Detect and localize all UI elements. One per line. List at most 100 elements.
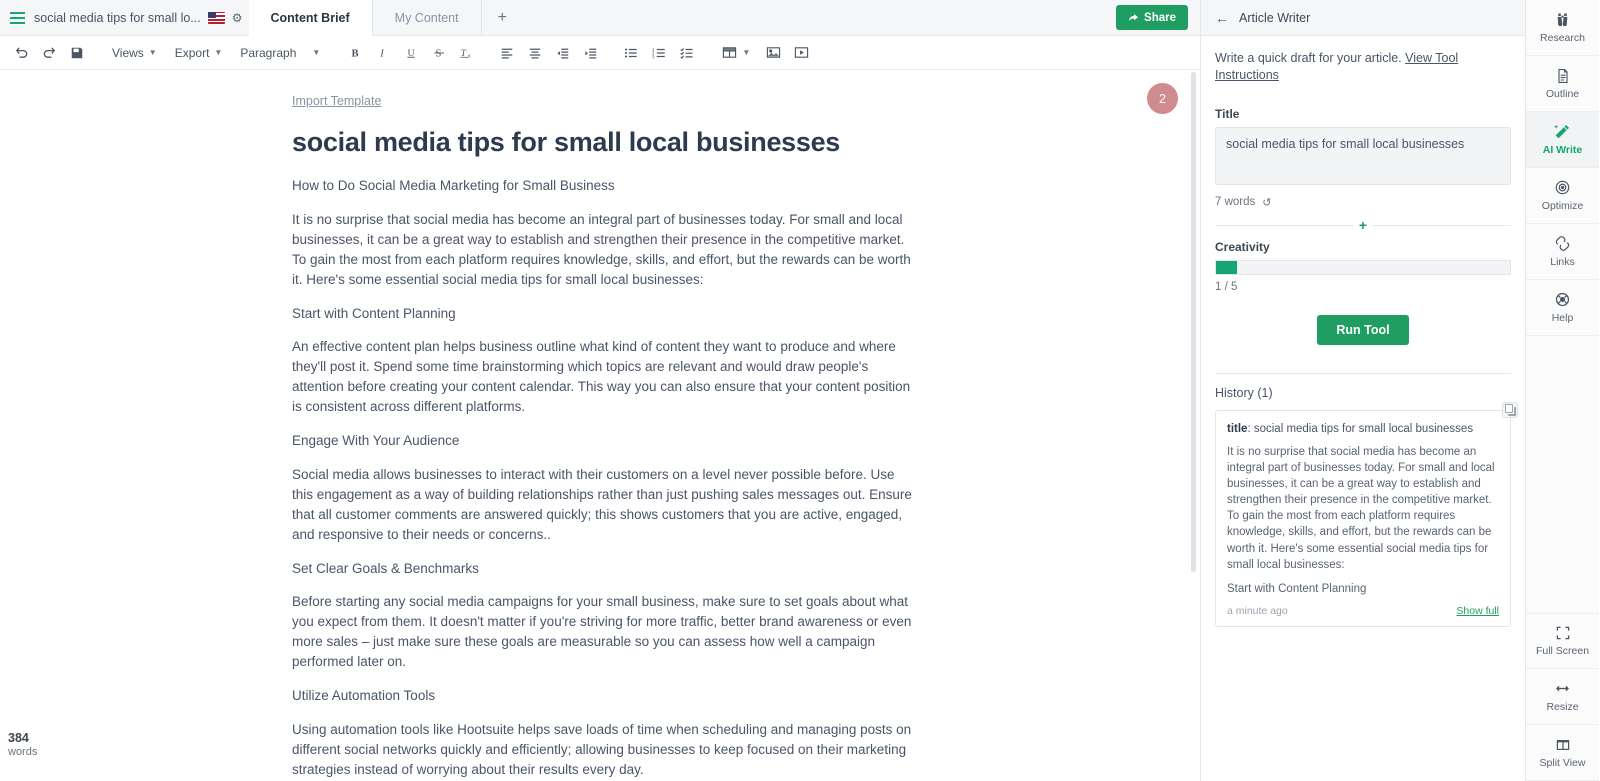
bullet-list-icon — [625, 47, 638, 58]
target-icon — [1555, 180, 1570, 195]
notification-badge[interactable]: 2 — [1147, 83, 1178, 114]
views-label: Views — [112, 45, 144, 60]
document-subheading[interactable]: How to Do Social Media Marketing for Sma… — [292, 176, 912, 196]
editor-scrollbar[interactable] — [1191, 72, 1196, 572]
rail-label-resize: Resize — [1546, 701, 1579, 713]
document-paragraph[interactable]: Using automation tools like Hootsuite he… — [292, 720, 912, 780]
strikethrough-button[interactable]: S — [426, 40, 452, 66]
outdent-icon — [557, 48, 569, 59]
import-template-link[interactable]: Import Template — [292, 94, 381, 108]
creativity-slider-fill — [1216, 260, 1237, 274]
tool-panel-header: ← Article Writer — [1201, 0, 1525, 36]
document-paragraph[interactable]: Social media allows businesses to intera… — [292, 465, 912, 545]
document-subheading[interactable]: Utilize Automation Tools — [292, 686, 912, 706]
bold-button[interactable]: B — [342, 40, 368, 66]
rail-item-ai-write[interactable]: AI Write — [1526, 112, 1599, 168]
bullet-list-button[interactable] — [618, 40, 644, 66]
chevron-down-icon: ▼ — [148, 48, 157, 57]
document-paragraph[interactable]: Before starting any social media campaig… — [292, 592, 912, 672]
rail-item-optimize[interactable]: Optimize — [1526, 168, 1599, 224]
table-icon — [723, 47, 737, 58]
undo-button[interactable] — [8, 40, 34, 66]
document-subheading[interactable]: Start with Content Planning — [292, 304, 912, 324]
document-subheading[interactable]: Set Clear Goals & Benchmarks — [292, 559, 912, 579]
tool-panel-body: Write a quick draft for your article. Vi… — [1201, 36, 1525, 781]
show-full-link[interactable]: Show full — [1456, 605, 1499, 617]
gear-icon[interactable]: ⚙ — [232, 12, 243, 24]
align-center-icon — [530, 48, 541, 59]
back-arrow-icon[interactable]: ← — [1215, 11, 1229, 25]
document-scroll-area[interactable]: 2 Import Template social media tips for … — [0, 70, 1200, 781]
paragraph-label: Paragraph — [240, 45, 297, 60]
rail-label-links: Links — [1550, 256, 1575, 268]
rail-item-help[interactable]: Help — [1526, 280, 1599, 336]
underline-button[interactable]: U — [398, 40, 424, 66]
arrows-horizontal-icon — [1556, 685, 1569, 692]
share-button[interactable]: Share — [1116, 5, 1188, 30]
clear-format-icon: Tx — [460, 49, 471, 59]
align-left-button[interactable] — [494, 40, 520, 66]
align-center-button[interactable] — [522, 40, 548, 66]
document-blocks: How to Do Social Media Marketing for Sma… — [292, 176, 912, 781]
indent-icon — [585, 48, 597, 59]
rail-item-outline[interactable]: Outline — [1526, 56, 1599, 112]
title-input[interactable] — [1215, 126, 1511, 185]
save-button[interactable] — [64, 40, 90, 66]
editor-toolbar: Views ▼ Export ▼ Paragraph ▼ B I U S T x… — [0, 36, 1200, 70]
rail-item-research[interactable]: Research — [1526, 0, 1599, 56]
editor-column: social media tips for small lo... ⚙ Cont… — [0, 0, 1200, 781]
creativity-slider[interactable] — [1215, 259, 1511, 275]
table-dropdown[interactable]: ▼ — [714, 40, 758, 66]
italic-icon: I — [379, 49, 384, 59]
history-item-field-value: social media tips for small local busine… — [1253, 422, 1474, 435]
history-item-body-2: Start with Content Planning — [1227, 582, 1367, 595]
run-tool-button[interactable]: Run Tool — [1317, 314, 1409, 345]
outdent-button[interactable] — [550, 40, 576, 66]
document-title[interactable]: social media tips for small lo... — [34, 11, 201, 25]
document-paragraph[interactable]: An effective content plan helps business… — [292, 337, 912, 417]
align-left-icon — [502, 48, 513, 59]
redo-button[interactable] — [36, 40, 62, 66]
checklist-button[interactable] — [674, 40, 700, 66]
rail-item-links[interactable]: Links — [1526, 224, 1599, 280]
title-field-meta: 7 words ↺ — [1215, 196, 1511, 209]
italic-button[interactable]: I — [370, 40, 396, 66]
underline-icon: U — [407, 48, 415, 59]
rail-label-help: Help — [1551, 312, 1574, 324]
rail-item-resize[interactable]: Resize — [1526, 669, 1599, 725]
rail-label-ai-write: AI Write — [1542, 144, 1583, 156]
numbered-list-button[interactable]: 123 — [646, 40, 672, 66]
tool-panel: ← Article Writer Write a quick draft for… — [1200, 0, 1525, 781]
insert-image-button[interactable] — [760, 40, 786, 66]
clear-formatting-button[interactable]: Tx — [454, 40, 480, 66]
history-divider — [1215, 372, 1511, 374]
paragraph-style-dropdown[interactable]: Paragraph ▼ — [232, 40, 328, 66]
add-field-button[interactable]: + — [1353, 218, 1373, 232]
add-tab-button[interactable]: + — [482, 0, 523, 35]
reset-icon[interactable]: ↺ — [1262, 196, 1271, 209]
document-heading[interactable]: social media tips for small local busine… — [292, 126, 912, 158]
tab-my-content[interactable]: My Content — [373, 0, 482, 35]
history-item[interactable]: title: social media tips for small local… — [1215, 401, 1518, 627]
word-count-number: 384 — [8, 730, 29, 745]
rail-label-outline: Outline — [1545, 87, 1580, 100]
run-tool-area: Run Tool — [1215, 314, 1511, 345]
right-rail: Research Outline AI Write Optimize Links… — [1525, 0, 1599, 781]
export-dropdown[interactable]: Export ▼ — [167, 40, 231, 66]
tab-bar: social media tips for small lo... ⚙ Cont… — [0, 0, 1200, 36]
hamburger-menu-icon[interactable] — [0, 0, 34, 35]
insert-video-button[interactable] — [788, 40, 814, 66]
add-field-divider: + — [1215, 218, 1511, 232]
tab-content-brief[interactable]: Content Brief — [248, 0, 373, 36]
video-icon — [794, 47, 808, 58]
rail-item-full-screen[interactable]: Full Screen — [1526, 613, 1599, 669]
chevron-down-icon: ▼ — [312, 48, 321, 57]
chevron-down-icon: ▼ — [742, 48, 751, 57]
rail-item-split-view[interactable]: Split View — [1526, 725, 1599, 781]
copy-icon[interactable] — [1502, 401, 1518, 418]
views-dropdown[interactable]: Views ▼ — [104, 40, 165, 66]
creativity-label: Creativity — [1215, 239, 1270, 254]
document-subheading[interactable]: Engage With Your Audience — [292, 431, 912, 451]
indent-button[interactable] — [578, 40, 604, 66]
document-paragraph[interactable]: It is no surprise that social media has … — [292, 210, 912, 290]
